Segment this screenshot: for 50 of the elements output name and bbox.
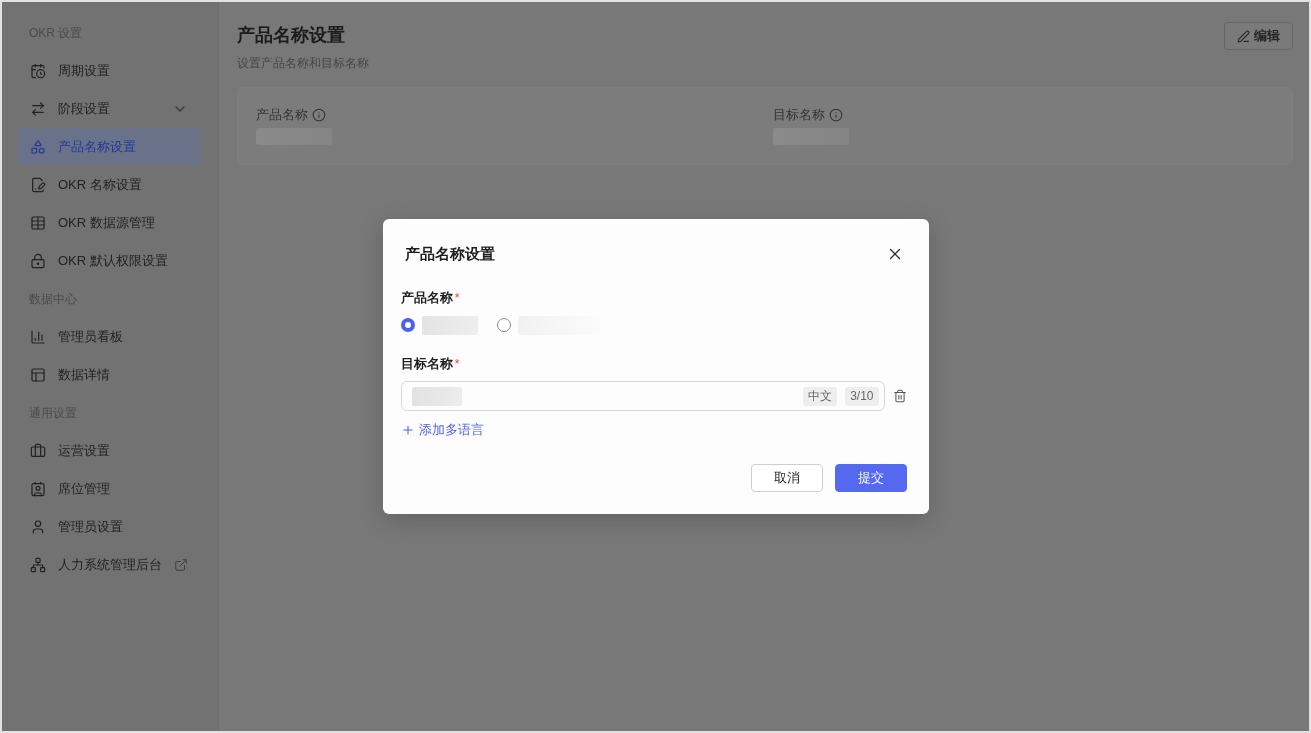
sidebar-item[interactable]: 阶段设置 [18,90,200,127]
calendar-clock-icon [30,62,46,79]
delete-button[interactable] [892,389,907,403]
info-icon [312,108,326,122]
sidebar-item[interactable]: OKR 数据源管理 [18,204,200,241]
blurred-text [411,386,462,406]
sidebar-item[interactable]: 人力系统管理后台 [18,546,200,583]
dialog-title: 产品名称设置 [404,244,495,264]
shapes-icon [30,138,46,155]
required-mark: * [454,355,460,373]
language-tag: 中文 [803,386,838,406]
sidebar-item[interactable]: 周期设置 [18,52,200,89]
form-label: 产品名称 [400,289,453,307]
cancel-button[interactable]: 取消 [750,464,823,492]
contact-card-icon [30,480,46,497]
sidebar-item[interactable]: 产品名称设置 [18,128,200,165]
document-pen-icon [30,176,46,193]
user-icon [30,518,46,535]
sidebar-item[interactable]: 管理员设置 [18,508,200,545]
sidebar-item[interactable]: 数据详情 [18,356,200,393]
radio-button[interactable] [496,318,511,332]
add-language-link[interactable]: 添加多语言 [400,421,484,439]
field-label: 产品名称 [256,106,308,124]
radio-button[interactable] [400,318,415,332]
briefcase-icon [30,442,46,459]
field-label: 目标名称 [773,106,825,124]
lock-icon [30,252,46,269]
trash-icon [892,389,907,403]
sidebar-item[interactable]: 运营设置 [18,432,200,469]
blurred-text [421,315,478,335]
external-link-icon [174,557,188,572]
character-counter: 3/10 [845,386,879,406]
sidebar-item[interactable]: 席位管理 [18,470,200,507]
sidebar-item[interactable]: OKR 名称设置 [18,166,200,203]
text-input[interactable]: 中文 3/10 [400,381,885,411]
edit-button[interactable]: 编辑 [1224,22,1293,50]
submit-button[interactable]: 提交 [834,464,907,492]
form-label: 目标名称 [400,355,453,373]
pencil-icon [1237,29,1250,43]
info-icon [829,108,843,122]
page-title: 产品名称设置 [237,24,346,47]
bar-chart-icon [30,328,46,345]
sidebar-item[interactable]: OKR 默认权限设置 [18,242,200,279]
panels-icon [30,366,46,383]
table-icon [30,214,46,231]
network-icon [30,556,46,573]
arrows-icon [30,100,46,117]
plus-icon [400,423,415,437]
sidebar-item[interactable]: 管理员看板 [18,318,200,355]
required-mark: * [454,289,460,307]
